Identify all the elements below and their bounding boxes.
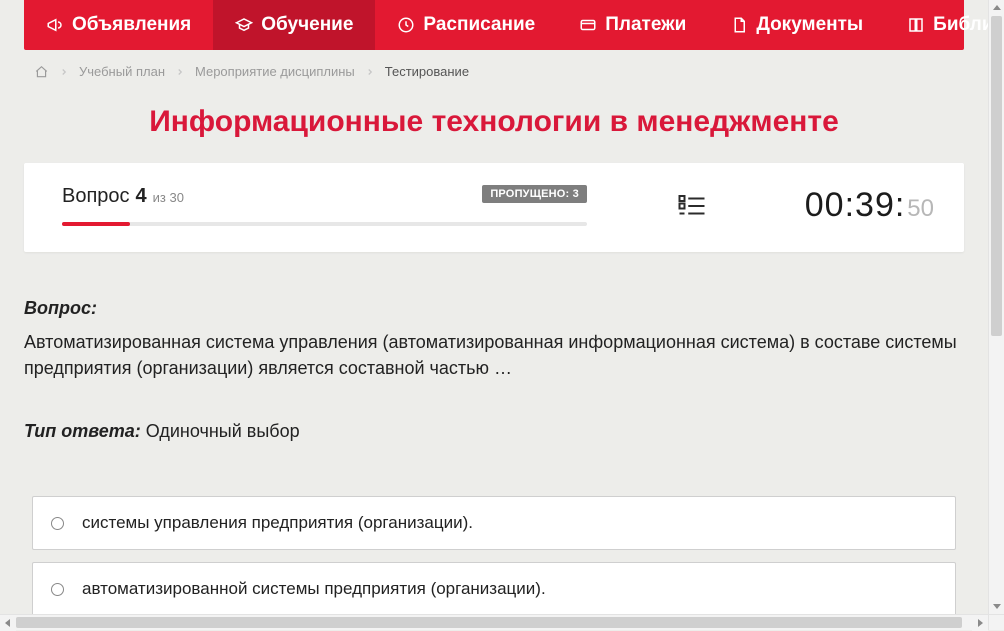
nav-label: Расписание xyxy=(423,14,535,36)
answer-options: системы управления предприятия (организа… xyxy=(24,496,964,614)
page-title: Информационные технологии в менеджменте xyxy=(24,91,964,163)
megaphone-icon xyxy=(46,16,64,34)
vertical-scrollbar[interactable] xyxy=(988,0,1004,614)
timer: 00:39:50 xyxy=(805,186,934,225)
question-list-toggle[interactable] xyxy=(677,191,707,221)
status-card: Вопрос 4 из 30 ПРОПУЩЕНО: 3 xyxy=(24,163,964,252)
answer-type-label: Тип ответа: xyxy=(24,421,141,441)
breadcrumb-sep xyxy=(365,67,375,77)
breadcrumb-study-plan[interactable]: Учебный план xyxy=(79,64,165,79)
card-icon xyxy=(579,16,597,34)
question-number: 4 xyxy=(136,185,147,208)
content-wrap: Объявления Обучение Расписание xyxy=(24,0,964,614)
option-text: автоматизированной системы предприятия (… xyxy=(82,579,546,599)
question-word: Вопрос xyxy=(62,185,130,208)
question-of: из 30 xyxy=(153,190,184,205)
home-icon[interactable] xyxy=(34,65,49,79)
breadcrumb-sep xyxy=(175,67,185,77)
timer-main: 00:39: xyxy=(805,186,906,225)
top-nav: Объявления Обучение Расписание xyxy=(24,0,964,50)
book-icon xyxy=(907,16,925,34)
scroll-up-arrow[interactable] xyxy=(989,0,1004,16)
clock-icon xyxy=(397,16,415,34)
nav-payments[interactable]: Платежи xyxy=(557,0,708,50)
education-icon xyxy=(235,16,253,34)
app-viewport: Объявления Обучение Расписание xyxy=(0,0,1004,630)
nav-label: Библиотека xyxy=(933,14,988,36)
question-text: Автоматизированная система управления (а… xyxy=(24,329,964,381)
nav-label: Объявления xyxy=(72,14,191,36)
nav-label: Обучение xyxy=(261,14,353,36)
nav-documents[interactable]: Документы xyxy=(708,0,885,50)
scroll-left-arrow[interactable] xyxy=(0,615,16,631)
question-progress-block: Вопрос 4 из 30 ПРОПУЩЕНО: 3 xyxy=(62,185,587,226)
scroll-right-arrow[interactable] xyxy=(972,615,988,631)
nav-announcements[interactable]: Объявления xyxy=(24,0,213,50)
scrollbar-track[interactable] xyxy=(989,16,1004,598)
answer-type-line: Тип ответа: Одиночный выбор xyxy=(24,421,964,442)
radio-icon xyxy=(51,583,64,596)
doc-icon xyxy=(730,16,748,34)
skipped-badge: ПРОПУЩЕНО: 3 xyxy=(482,185,587,203)
scroll-region: Объявления Обучение Расписание xyxy=(0,0,988,614)
breadcrumb: Учебный план Мероприятие дисциплины Тест… xyxy=(24,50,964,91)
nav-label: Документы xyxy=(756,14,863,36)
nav-label: Платежи xyxy=(605,14,686,36)
nav-education[interactable]: Обучение xyxy=(213,0,375,50)
answer-type-value: Одиночный выбор xyxy=(146,421,300,441)
nav-schedule[interactable]: Расписание xyxy=(375,0,557,50)
option-text: системы управления предприятия (организа… xyxy=(82,513,473,533)
radio-icon xyxy=(51,517,64,530)
horizontal-scrollbar[interactable] xyxy=(0,614,988,630)
breadcrumb-event[interactable]: Мероприятие дисциплины xyxy=(195,64,355,79)
answer-option[interactable]: автоматизированной системы предприятия (… xyxy=(32,562,956,614)
scrollbar-thumb[interactable] xyxy=(991,16,1002,336)
answer-option[interactable]: системы управления предприятия (организа… xyxy=(32,496,956,550)
breadcrumb-current: Тестирование xyxy=(385,64,469,79)
scrollbar-corner xyxy=(988,614,1004,630)
breadcrumb-sep xyxy=(59,67,69,77)
scroll-down-arrow[interactable] xyxy=(989,598,1004,614)
nav-library[interactable]: Библиотека xyxy=(885,0,988,50)
progress-fill xyxy=(62,222,130,226)
progress-bar xyxy=(62,222,587,226)
question-heading: Вопрос: xyxy=(24,298,964,319)
timer-tail: 50 xyxy=(907,195,934,223)
scrollbar-track[interactable] xyxy=(16,615,972,630)
question-body: Вопрос: Автоматизированная система управ… xyxy=(24,252,964,614)
scrollbar-thumb[interactable] xyxy=(16,617,962,628)
